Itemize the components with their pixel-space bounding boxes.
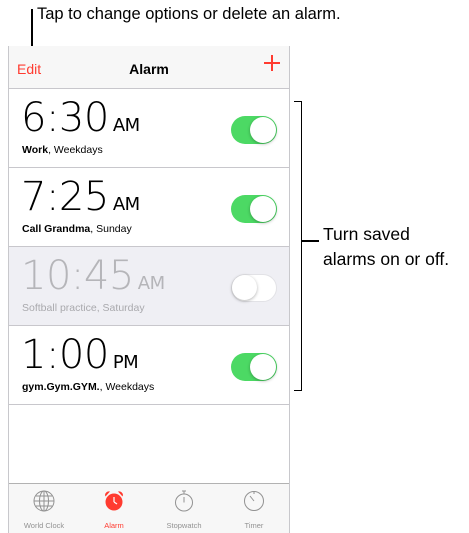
tab-stopwatch[interactable]: Stopwatch [149, 484, 219, 533]
alarm-ampm: PM [112, 352, 139, 373]
alarm-repeat: , Weekdays [99, 381, 155, 393]
alarm-time: 6:30 AM [21, 95, 140, 149]
alarm-time-value: 6:30 [21, 95, 109, 141]
alarm-row[interactable]: 10:45 AM Softball practice, Saturday [9, 247, 289, 326]
toggle-knob [250, 354, 276, 380]
alarm-toggle[interactable] [231, 116, 277, 144]
tab-bar: World Clock Alarm Stopwatch Timer [9, 483, 289, 533]
toggle-callout-line-2: alarms on or off. [323, 249, 450, 269]
alarm-name: gym.Gym.GYM. [22, 381, 100, 393]
tab-timer[interactable]: Timer [219, 484, 289, 533]
alarm-clock-icon [105, 491, 123, 511]
globe-icon [33, 490, 55, 512]
alarm-name: Call Grandma [22, 223, 91, 235]
alarm-time-value: 7:25 [21, 174, 109, 220]
alarm-repeat: , Sunday [90, 223, 132, 235]
alarm-time: 7:25 AM [21, 174, 140, 228]
navigation-bar: Edit Alarm [9, 46, 289, 89]
toggle-callout-line-1: Turn saved [323, 224, 410, 244]
timer-icon [244, 491, 264, 511]
tab-label: Stopwatch [166, 521, 202, 530]
toggle-callout-bracket [294, 101, 302, 391]
alarm-row[interactable]: 6:30 AM Work, Weekdays [9, 89, 289, 168]
edit-callout-text: Tap to change options or delete an alarm… [37, 5, 341, 23]
alarm-label: Call Grandma, Sunday [22, 223, 132, 235]
phone-screen: Edit Alarm 6:30 AM Work, Weekdays 7:25 AM … [8, 46, 290, 533]
tab-world-clock[interactable]: World Clock [9, 484, 79, 533]
alarm-name: Work [22, 144, 49, 156]
toggle-knob [232, 275, 257, 300]
alarm-toggle[interactable] [231, 274, 277, 302]
toggle-callout-tick [301, 240, 319, 242]
tab-alarm[interactable]: Alarm [79, 484, 149, 533]
tab-label: Alarm [104, 521, 124, 530]
tab-label: World Clock [23, 521, 65, 530]
toggle-knob [250, 117, 276, 143]
alarm-list: 6:30 AM Work, Weekdays 7:25 AM Call Grandm… [9, 89, 289, 405]
alarm-name: Softball practice [22, 302, 97, 314]
alarm-label: Work, Weekdays [22, 144, 103, 156]
alarm-row[interactable]: 7:25 AM Call Grandma, Sunday [9, 168, 289, 247]
alarm-toggle[interactable] [231, 353, 277, 381]
alarm-ampm: AM [137, 273, 165, 294]
alarm-time: 10:45 AM [21, 253, 165, 307]
alarm-ampm: AM [112, 194, 140, 215]
toggle-callout-text: Turn saved alarms on or off. [323, 222, 449, 272]
alarm-ampm: AM [112, 115, 140, 136]
alarm-time-value: 1:00 [21, 332, 109, 378]
alarm-repeat: , Saturday [96, 302, 145, 314]
alarm-repeat: , Weekdays [48, 144, 103, 156]
tab-label: Timer [244, 521, 264, 530]
alarm-time: 1:00 PM [21, 332, 139, 386]
alarm-time-value: 10:45 [21, 253, 134, 299]
alarm-toggle[interactable] [231, 195, 277, 223]
page-title: Alarm [129, 61, 169, 77]
alarm-row[interactable]: 1:00 PM gym.Gym.GYM., Weekdays [9, 326, 289, 405]
alarm-label: gym.Gym.GYM., Weekdays [22, 381, 154, 393]
plus-icon[interactable] [264, 55, 280, 71]
alarm-label: Softball practice, Saturday [22, 302, 145, 314]
stopwatch-icon [175, 490, 193, 512]
toggle-knob [250, 196, 276, 222]
